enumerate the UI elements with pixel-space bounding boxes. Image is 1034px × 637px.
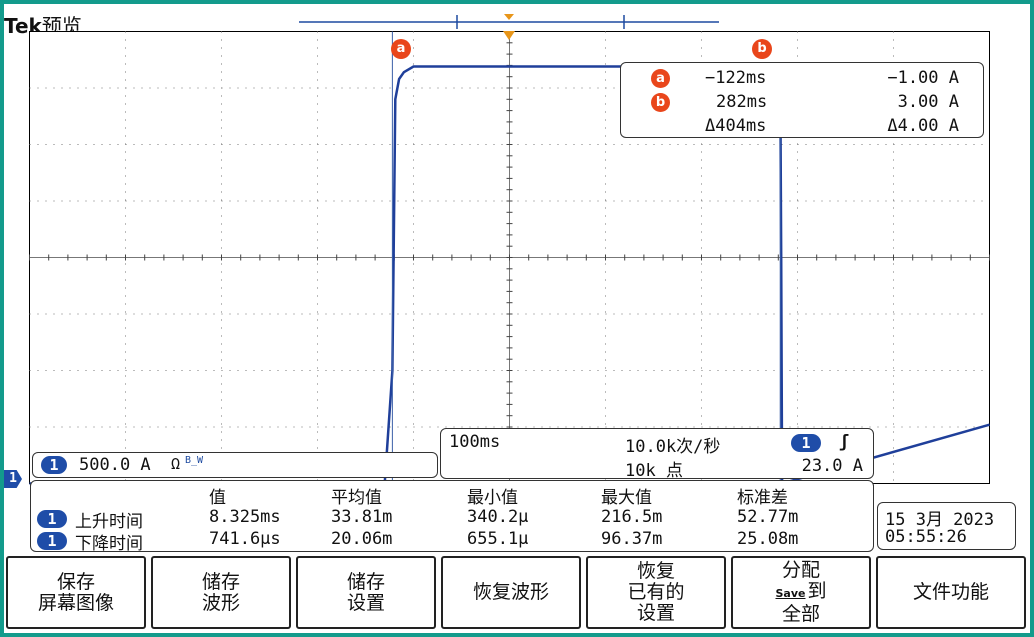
header-stddev: 标准差 [737, 488, 788, 508]
measurement-name: 下降时间 [75, 534, 143, 554]
time-display: 05:55:26 [885, 527, 967, 547]
save-key-icon: Save [775, 587, 806, 600]
header-max: 最大值 [601, 488, 652, 508]
softkey-label: 波形 [201, 591, 240, 614]
cursor-delta-time: Δ404ms [705, 116, 767, 136]
softkey-label: 储存 [346, 570, 385, 593]
save-waveform-button[interactable]: 储存 波形 [151, 556, 291, 629]
header-min: 最小值 [467, 488, 518, 508]
measurements-table: 值 平均值 最小值 最大值 标准差 1 上升时间 8.325ms 33.81m … [30, 480, 874, 554]
readout-b-badge: b [651, 93, 670, 112]
recall-default-setup-button[interactable]: 恢复 已有的 设置 [586, 556, 726, 629]
softkey-label: 全部 [781, 603, 820, 625]
measurement-stddev: 52.77m [737, 507, 799, 527]
datetime-box: 15 3月 2023 05:55:26 [877, 502, 1016, 550]
sample-rate: 10.0k次/秒 [625, 437, 721, 457]
ch1-badge: 1 [41, 456, 67, 474]
softkey-label: 恢复 [636, 560, 675, 582]
recall-waveform-button[interactable]: 恢复波形 [441, 556, 581, 629]
trigger-position-marker [504, 14, 514, 20]
ch1-coupling-icon: Ω [171, 455, 181, 473]
readout-a-badge: a [651, 69, 670, 88]
assign-save-button[interactable]: 分配 Save 到 全部 [731, 556, 871, 629]
file-utilities-button[interactable]: 文件功能 [876, 556, 1026, 629]
cursor-b-value: 3.00 A [897, 92, 959, 112]
horizontal-trigger-box[interactable]: 100ms 10.0k次/秒 10k 点 1 ʃ 23.0 A [440, 428, 874, 481]
softkey-label: 已有的 [627, 581, 685, 603]
cursor-b-label[interactable]: b [752, 39, 772, 59]
trigger-source-badge: 1 [791, 434, 821, 452]
record-length: 10k 点 [625, 461, 683, 481]
cursor-b-time: 282ms [716, 92, 768, 112]
softkey-label: 恢复波形 [472, 581, 549, 603]
row-channel-badge: 1 [37, 510, 67, 528]
measurement-min: 340.2µ [467, 507, 529, 527]
cursor-readout: a −122ms −1.00 A b 282ms 3.00 A Δ404ms Δ… [620, 62, 984, 138]
row-channel-badge: 1 [37, 532, 67, 550]
record-overview [299, 14, 719, 29]
cursor-delta-value: Δ4.00 A [887, 116, 959, 136]
measurement-value: 741.6µs [209, 529, 281, 549]
cursor-a-value: −1.00 A [887, 68, 959, 88]
header-mean: 平均值 [331, 488, 382, 508]
trigger-slope-icon: ʃ [839, 432, 850, 452]
softkey-label: 到 [807, 580, 827, 602]
softkey-label: 保存 [56, 570, 95, 593]
measurement-mean: 20.06m [331, 529, 393, 549]
cursor-a-label[interactable]: a [391, 39, 411, 59]
softkey-label: 储存 [201, 570, 240, 593]
timebase: 100ms [449, 432, 501, 452]
trigger-level: 23.0 A [801, 456, 863, 476]
measurement-stddev: 25.08m [737, 529, 799, 549]
softkey-label: 设置 [636, 602, 675, 624]
softkey-label: 文件功能 [912, 581, 989, 603]
ch1-scale: 500.0 A [79, 455, 151, 475]
measurement-max: 96.37m [601, 529, 663, 549]
channel-scale-box[interactable]: 1 500.0 A Ω B_W [32, 452, 438, 478]
save-screen-image-button[interactable]: 保存 屏幕图像 [6, 556, 146, 629]
measurement-max: 216.5m [601, 507, 663, 527]
ch1-ground-marker[interactable]: 1 [4, 470, 22, 488]
softkey-label: 屏幕图像 [37, 591, 114, 614]
softkey-label: 设置 [346, 591, 385, 614]
measurement-min: 655.1µ [467, 529, 529, 549]
softkey-label: 分配 [781, 559, 820, 581]
header-value: 值 [209, 488, 226, 508]
save-setup-button[interactable]: 储存 设置 [296, 556, 436, 629]
measurement-mean: 33.81m [331, 507, 393, 527]
measurement-value: 8.325ms [209, 507, 281, 527]
oscilloscope-screen: Tek预览 a b a −122ms −1.00 A b 282ms 3.00 … [4, 4, 1030, 633]
cursor-a-time: −122ms [705, 68, 767, 88]
bandwidth-limit-icon: B_W [185, 455, 204, 466]
